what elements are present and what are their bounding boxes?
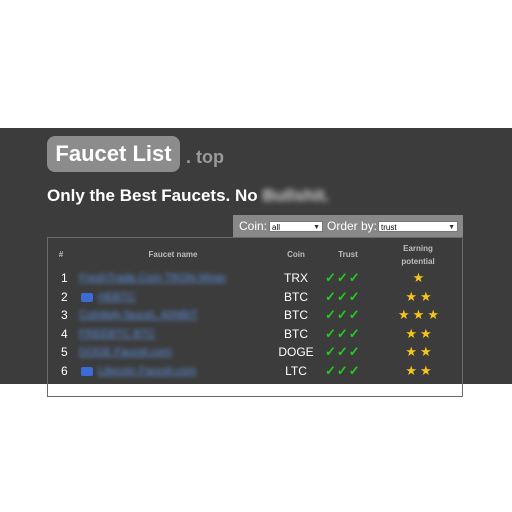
faucet-icon — [81, 292, 93, 302]
coin-cell: LTC — [285, 363, 307, 378]
tagline-blurred: Bullshit. — [262, 186, 330, 205]
coin-select[interactable]: all ▼ — [269, 221, 323, 232]
earning-stars: ★★ — [405, 362, 435, 378]
faucet-link[interactable]: HEBTC — [98, 291, 135, 303]
earning-stars: ★★ — [405, 325, 435, 341]
coin-cell: TRX — [284, 271, 308, 285]
faucet-table: # Faucet name Coin Trust Earning potenti… — [47, 237, 463, 397]
faucet-link[interactable]: Cointiply faucet, 40NBIT — [79, 309, 198, 321]
table-row[interactable]: 2 HEBTC BTC ✓✓✓ ★★ — [48, 288, 462, 309]
col-header-number: # — [58, 250, 64, 259]
trust-checks: ✓✓✓ — [325, 288, 361, 304]
row-number: 5 — [61, 345, 68, 359]
row-number: 6 — [61, 363, 68, 378]
earning-stars: ★★ — [405, 288, 435, 304]
faucet-link[interactable]: DOGE Faucet.com — [79, 346, 172, 358]
coin-cell: BTC — [284, 289, 308, 304]
table-row[interactable]: 1 FreshTrade.Com TRON Miner TRX ✓✓✓ ★ — [48, 270, 462, 290]
faucet-icon — [81, 366, 93, 376]
row-number: 2 — [61, 289, 68, 304]
trust-checks: ✓✓✓ — [325, 307, 361, 322]
col-header-coin: Coin — [287, 250, 305, 259]
coin-label: Coin: — [239, 219, 268, 233]
faucet-link[interactable]: Litecoin Faucet.com — [98, 365, 196, 377]
logo-text: Faucet List — [47, 136, 180, 172]
faucet-link[interactable]: FREEBTC BTC — [79, 328, 155, 340]
table-row[interactable]: 4 FREEBTC BTC BTC ✓✓✓ ★★ — [48, 325, 462, 346]
earning-stars: ★★ — [405, 344, 435, 359]
table-row[interactable]: 6 Litecoin Faucet.com LTC ✓✓✓ ★★ — [48, 362, 462, 383]
earning-stars: ★★★ — [398, 307, 442, 322]
order-select-value: trust — [381, 223, 397, 232]
row-number: 3 — [61, 308, 68, 322]
coin-select-value: all — [272, 223, 281, 232]
row-number: 4 — [61, 326, 68, 341]
trust-checks: ✓✓✓ — [325, 344, 361, 359]
table-row[interactable]: 3 Cointiply faucet, 40NBIT BTC ✓✓✓ ★★★ — [48, 307, 462, 327]
col-header-earning: Earning potential — [401, 244, 435, 266]
coin-cell: BTC — [284, 308, 308, 322]
trust-checks: ✓✓✓ — [325, 362, 361, 378]
order-label: Order by: — [327, 219, 378, 233]
table-row[interactable]: 5 DOGE Faucet.com DOGE ✓✓✓ ★★ — [48, 344, 462, 364]
row-number: 1 — [61, 271, 68, 285]
tagline: Only the Best Faucets. No Bullshit. — [47, 186, 329, 206]
col-header-name: Faucet name — [148, 250, 198, 259]
trust-checks: ✓✓✓ — [325, 270, 361, 285]
earning-stars: ★ — [412, 270, 428, 285]
coin-cell: BTC — [284, 326, 308, 341]
filter-bar: Coin: all ▼ Order by: trust ▼ — [233, 215, 463, 237]
tagline-main: Only the Best Faucets. No — [47, 186, 263, 205]
chevron-down-icon: ▼ — [448, 224, 455, 231]
logo-tld: . top — [186, 147, 224, 167]
trust-checks: ✓✓✓ — [325, 325, 361, 341]
col-header-trust: Trust — [338, 250, 358, 259]
chevron-down-icon: ▼ — [313, 224, 320, 231]
faucet-link[interactable]: FreshTrade.Com TRON Miner — [79, 272, 226, 284]
order-select[interactable]: trust ▼ — [378, 221, 458, 232]
coin-cell: DOGE — [278, 345, 314, 359]
